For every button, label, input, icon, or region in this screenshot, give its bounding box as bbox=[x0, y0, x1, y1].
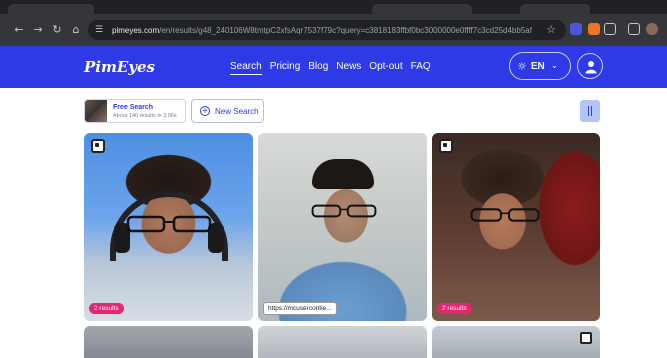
plus-circle-icon: + bbox=[200, 106, 210, 116]
result-card[interactable]: 2 results bbox=[432, 133, 600, 321]
language-code: EN bbox=[530, 60, 545, 72]
chevron-down-icon: ⌄ bbox=[550, 61, 559, 71]
result-card[interactable]: https://mcusercontie... bbox=[258, 133, 427, 321]
image-source-icon[interactable] bbox=[91, 139, 105, 153]
new-search-button[interactable]: + New Search bbox=[191, 99, 264, 123]
reload-icon[interactable]: ↻ bbox=[50, 23, 64, 37]
nav-opt-out[interactable]: Opt-out bbox=[369, 61, 402, 75]
nav-pricing[interactable]: Pricing bbox=[270, 61, 301, 75]
new-search-label: New Search bbox=[215, 106, 259, 116]
bookmark-star-icon[interactable]: ☆ bbox=[546, 23, 556, 36]
forward-arrow-icon[interactable]: → bbox=[31, 23, 45, 37]
results-count: About 140 results in 3.06s bbox=[113, 113, 177, 119]
hair-shape bbox=[312, 159, 374, 189]
extension-icon[interactable] bbox=[588, 23, 600, 35]
address-url[interactable]: pimeyes.com/en/results/g48_240106W8tmtpC… bbox=[112, 26, 532, 35]
address-bar[interactable]: ☰ pimeyes.com/en/results/g48_240106W8tmt… bbox=[88, 20, 566, 40]
nav-faq[interactable]: FAQ bbox=[411, 61, 431, 75]
url-host: pimeyes.com bbox=[112, 25, 160, 35]
free-search-summary: Free Search About 140 results in 3.06s bbox=[84, 99, 186, 123]
results-badge[interactable]: 2 results bbox=[437, 303, 472, 314]
query-face-thumbnail bbox=[85, 100, 107, 122]
glasses-shape bbox=[470, 208, 540, 222]
image-source-icon[interactable] bbox=[580, 332, 592, 344]
glasses-shape bbox=[126, 215, 212, 233]
result-card[interactable] bbox=[432, 326, 600, 358]
free-search-title: Free Search bbox=[113, 104, 154, 111]
nav-blog[interactable]: Blog bbox=[308, 61, 328, 75]
account-button[interactable] bbox=[577, 53, 603, 79]
results-badge[interactable]: 2 results bbox=[89, 303, 124, 314]
browser-tab[interactable] bbox=[372, 4, 472, 14]
result-card[interactable] bbox=[84, 326, 253, 358]
extension-icon[interactable] bbox=[570, 23, 582, 35]
url-path: /en/results/g48_240106W8tmtpC2xfsAqr7537… bbox=[159, 25, 532, 35]
result-card[interactable]: 2 results bbox=[84, 133, 253, 321]
site-info-icon[interactable]: ☰ bbox=[95, 25, 109, 35]
source-url-chip[interactable]: https://mcusercontie... bbox=[263, 302, 337, 315]
filter-toggle-button[interactable] bbox=[580, 100, 600, 122]
browser-tab[interactable] bbox=[8, 4, 94, 14]
nav-search[interactable]: Search bbox=[230, 61, 262, 75]
browser-tab-strip bbox=[0, 0, 667, 14]
image-source-icon[interactable] bbox=[439, 139, 453, 153]
filter-icon bbox=[588, 106, 589, 116]
browser-toolbar: ← → ↻ ⌂ ☰ pimeyes.com/en/results/g48_240… bbox=[0, 14, 667, 46]
nav-news[interactable]: News bbox=[336, 61, 361, 75]
glasses-shape bbox=[311, 204, 377, 218]
home-icon[interactable]: ⌂ bbox=[69, 23, 83, 37]
globe-icon: ☼ bbox=[517, 59, 527, 73]
extensions-puzzle-icon[interactable] bbox=[604, 23, 616, 35]
side-panel-icon[interactable] bbox=[628, 23, 640, 35]
result-card[interactable] bbox=[258, 326, 427, 358]
site-header: PimEyes Search Pricing Blog News Opt-out… bbox=[0, 46, 667, 88]
user-icon bbox=[585, 61, 597, 74]
site-logo[interactable]: PimEyes bbox=[84, 58, 155, 76]
back-arrow-icon[interactable]: ← bbox=[12, 23, 26, 37]
profile-avatar[interactable] bbox=[646, 23, 658, 35]
main-nav: Search Pricing Blog News Opt-out FAQ bbox=[230, 61, 431, 75]
language-selector[interactable]: ☼ EN ⌄ bbox=[509, 52, 571, 80]
browser-tab[interactable] bbox=[520, 4, 590, 14]
